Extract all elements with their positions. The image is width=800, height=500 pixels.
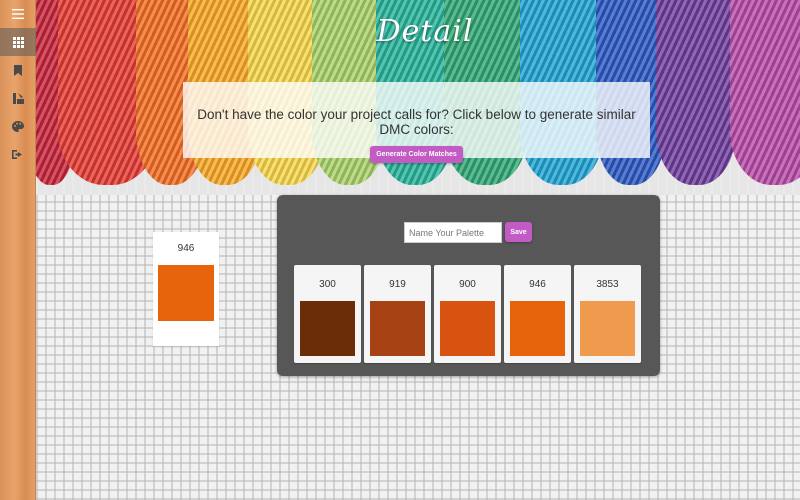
sidebar-item-bookmark[interactable] bbox=[0, 56, 36, 84]
generate-color-matches-button[interactable]: Generate Color Matches bbox=[370, 146, 463, 163]
sidebar-nav bbox=[0, 0, 36, 168]
swatch-card[interactable]: 3853 bbox=[574, 265, 641, 363]
bookmark-icon bbox=[14, 64, 22, 76]
swatch-code: 300 bbox=[319, 279, 336, 290]
swatch-code: 900 bbox=[459, 279, 476, 290]
sidebar-item-logout[interactable] bbox=[0, 140, 36, 168]
sidebar-item-palette[interactable] bbox=[0, 112, 36, 140]
match-banner: Don't have the color your project calls … bbox=[183, 82, 650, 163]
swatch-chip bbox=[440, 301, 495, 356]
swatch-chip bbox=[370, 301, 425, 356]
swatch-chip bbox=[300, 301, 355, 356]
palette-icon bbox=[12, 120, 24, 132]
brush-ruler-icon bbox=[12, 92, 24, 104]
selected-color-card: 946 bbox=[153, 232, 219, 346]
page-title: Detail bbox=[376, 14, 474, 49]
swatch-code: 946 bbox=[529, 279, 546, 290]
grid-icon bbox=[12, 36, 24, 48]
swatch-card[interactable]: 900 bbox=[434, 265, 501, 363]
swatch-chip bbox=[510, 301, 565, 356]
swatch-card[interactable]: 919 bbox=[364, 265, 431, 363]
sidebar bbox=[0, 0, 36, 500]
sidebar-item-tools[interactable] bbox=[0, 84, 36, 112]
sidebar-item-grid[interactable] bbox=[0, 28, 36, 56]
swatch-card[interactable]: 946 bbox=[504, 265, 571, 363]
selected-color-code: 946 bbox=[177, 243, 195, 254]
palette-panel: Save 300 919 900 946 3853 bbox=[277, 195, 660, 376]
logout-icon bbox=[12, 149, 22, 159]
swatch-chip bbox=[580, 301, 635, 356]
swatch-code: 3853 bbox=[596, 279, 619, 290]
menu-button[interactable] bbox=[0, 0, 36, 28]
swatch-code: 919 bbox=[389, 279, 406, 290]
save-button[interactable]: Save bbox=[505, 222, 532, 242]
swatch-card[interactable]: 300 bbox=[294, 265, 361, 363]
banner-message: Don't have the color your project calls … bbox=[197, 107, 636, 137]
palette-name-input[interactable] bbox=[404, 222, 502, 243]
hamburger-icon bbox=[12, 9, 24, 19]
selected-color-swatch bbox=[158, 265, 214, 321]
